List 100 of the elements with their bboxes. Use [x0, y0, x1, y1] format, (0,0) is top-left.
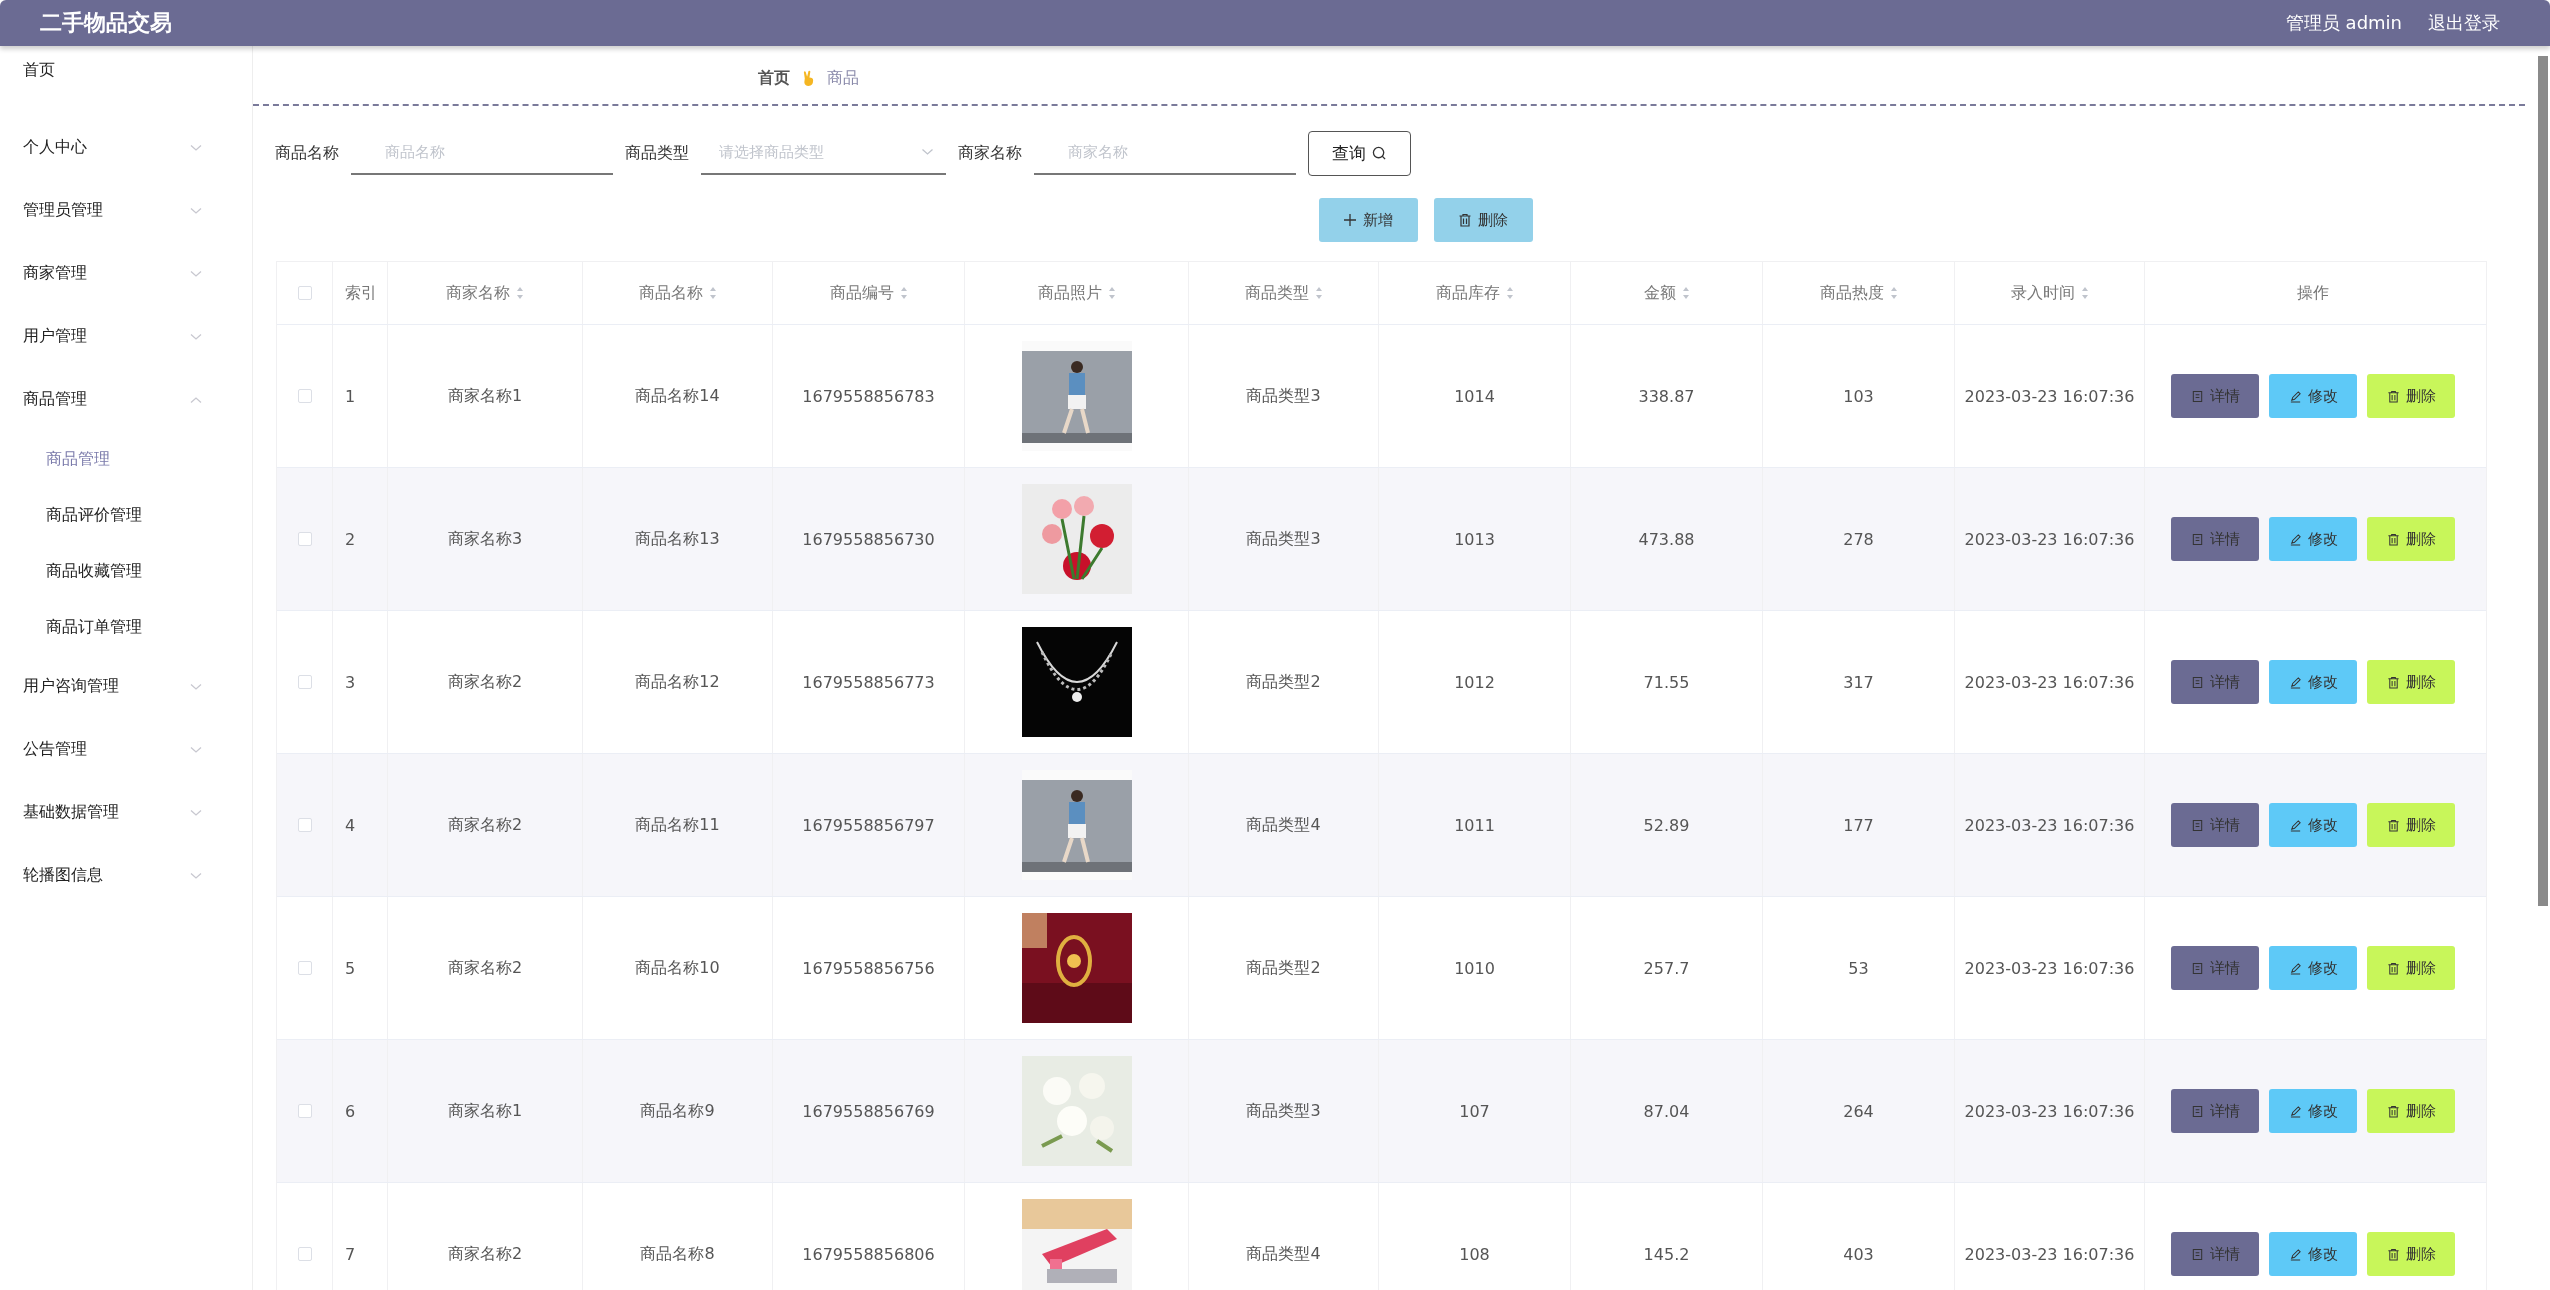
- row-button[interactable]: 修改: [2269, 1232, 2357, 1276]
- table-cell: 商品名称9: [640, 1100, 715, 1122]
- toolbar-button[interactable]: 删除: [1433, 198, 1533, 242]
- checkbox[interactable]: [297, 675, 312, 689]
- sidebar-item[interactable]: 个人中心: [0, 116, 252, 179]
- table-cell: 1679558856769: [802, 1101, 935, 1121]
- table-cell: 6: [345, 1101, 356, 1121]
- pencil-icon: [2288, 675, 2302, 689]
- column-header[interactable]: 商品库存: [1435, 282, 1514, 304]
- checkbox[interactable]: [297, 532, 312, 546]
- table-cell: 4: [345, 815, 356, 835]
- row-button[interactable]: 修改: [2269, 517, 2357, 561]
- pencil-icon: [2288, 532, 2302, 546]
- trash-icon: [2386, 389, 2400, 403]
- row-button[interactable]: 修改: [2269, 803, 2357, 847]
- row-button[interactable]: 删除: [2367, 946, 2455, 990]
- row-button[interactable]: 修改: [2269, 946, 2357, 990]
- table-cell: 1679558856773: [802, 672, 935, 692]
- table-cell: 1679558856756: [802, 958, 935, 978]
- sort-icon: [1505, 286, 1514, 300]
- checkbox[interactable]: [297, 1247, 312, 1261]
- checkbox[interactable]: [297, 961, 312, 975]
- trash-icon: [2386, 532, 2400, 546]
- search-button[interactable]: 查询: [1308, 130, 1411, 176]
- table-cell: 2023-03-23 16:07:36: [1964, 672, 2135, 692]
- sidebar-item[interactable]: 公告管理: [0, 718, 252, 781]
- pencil-icon: [2288, 1247, 2302, 1261]
- table-cell: 商品名称14: [635, 385, 720, 407]
- column-header[interactable]: 商品照片: [1037, 282, 1116, 304]
- row-button[interactable]: 删除: [2367, 1089, 2455, 1133]
- row-button[interactable]: 删除: [2367, 517, 2455, 561]
- sidebar-item[interactable]: 基础数据管理: [0, 781, 252, 844]
- table-cell: 403: [1843, 1244, 1874, 1264]
- table-cell: 264: [1843, 1101, 1874, 1121]
- trash-icon: [2386, 1104, 2400, 1118]
- sidebar-item[interactable]: 商家管理: [0, 242, 252, 305]
- table-cell: 177: [1843, 815, 1874, 835]
- table-cell: 2023-03-23 16:07:36: [1964, 1244, 2135, 1264]
- checkbox[interactable]: [297, 1104, 312, 1118]
- column-header[interactable]: 商家名称: [446, 282, 524, 304]
- row-button[interactable]: 删除: [2367, 374, 2455, 418]
- row-button[interactable]: 删除: [2367, 1232, 2455, 1276]
- checkbox[interactable]: [297, 818, 312, 832]
- sidebar-item[interactable]: 轮播图信息: [0, 844, 252, 907]
- sidebar-subitem[interactable]: 商品管理: [0, 431, 252, 487]
- sort-icon: [1681, 286, 1690, 300]
- table-cell: 商品名称10: [635, 957, 720, 979]
- column-header[interactable]: 商品名称: [638, 282, 717, 304]
- plus-icon: [1343, 213, 1357, 227]
- input-field[interactable]: 商品名称: [351, 131, 613, 175]
- trash-icon: [1458, 213, 1472, 227]
- sidebar-item[interactable]: 用户咨询管理: [0, 655, 252, 718]
- breadcrumb-item[interactable]: 首页: [758, 67, 790, 89]
- scrollbar-thumb[interactable]: [2538, 56, 2548, 906]
- sidebar-item[interactable]: 首页: [0, 54, 252, 96]
- column-header[interactable]: 商品类型: [1244, 282, 1323, 304]
- table-cell: 338.87: [1638, 386, 1695, 406]
- toolbar-button[interactable]: 新增: [1318, 198, 1418, 242]
- table-cell: 商品类型2: [1246, 671, 1321, 693]
- column-header[interactable]: 商品编号: [829, 282, 908, 304]
- row-button[interactable]: 修改: [2269, 660, 2357, 704]
- sidebar-subitem[interactable]: 商品评价管理: [0, 487, 252, 543]
- checkbox[interactable]: [297, 286, 312, 300]
- user-label: 管理员 admin: [2285, 11, 2402, 35]
- table-cell: 2023-03-23 16:07:36: [1964, 529, 2135, 549]
- column-header[interactable]: 录入时间: [2010, 282, 2089, 304]
- table-cell: 1013: [1454, 529, 1495, 549]
- row-button[interactable]: 修改: [2269, 374, 2357, 418]
- sidebar-item[interactable]: 管理员管理: [0, 179, 252, 242]
- logout-link[interactable]: 退出登录: [2428, 11, 2500, 35]
- row-button[interactable]: 删除: [2367, 660, 2455, 704]
- search-icon: [1372, 145, 1387, 161]
- pencil-icon: [2288, 818, 2302, 832]
- document-icon: [2190, 532, 2204, 546]
- table-cell: 257.7: [1643, 958, 1690, 978]
- table-cell: 317: [1843, 672, 1874, 692]
- column-header[interactable]: 金额: [1643, 282, 1690, 304]
- column-header[interactable]: 商品热度: [1819, 282, 1898, 304]
- table-cell: 7: [345, 1244, 356, 1264]
- table-cell: 1: [345, 386, 356, 406]
- sidebar-subitem[interactable]: 商品收藏管理: [0, 543, 252, 599]
- table-cell: 商品类型3: [1246, 528, 1321, 550]
- table-cell: 商品类型3: [1246, 1100, 1321, 1122]
- sidebar-item[interactable]: 商品管理: [0, 368, 252, 431]
- table-cell: 1012: [1454, 672, 1495, 692]
- table-cell: 5: [345, 958, 356, 978]
- document-icon: [2190, 389, 2204, 403]
- table-cell: 1011: [1454, 815, 1495, 835]
- row-button[interactable]: 修改: [2269, 1089, 2357, 1133]
- chevron-icon: [190, 745, 202, 754]
- sort-icon: [899, 286, 908, 300]
- table-cell: 87.04: [1643, 1101, 1690, 1121]
- app-title: 二手物品交易: [40, 9, 172, 37]
- row-button[interactable]: 删除: [2367, 803, 2455, 847]
- sidebar-subitem[interactable]: 商品订单管理: [0, 599, 252, 655]
- sidebar-item[interactable]: 用户管理: [0, 305, 252, 368]
- input-field[interactable]: 商家名称: [1034, 131, 1296, 175]
- table-cell: 商家名称2: [447, 957, 523, 979]
- chevron-icon: [190, 682, 202, 691]
- checkbox[interactable]: [297, 389, 312, 403]
